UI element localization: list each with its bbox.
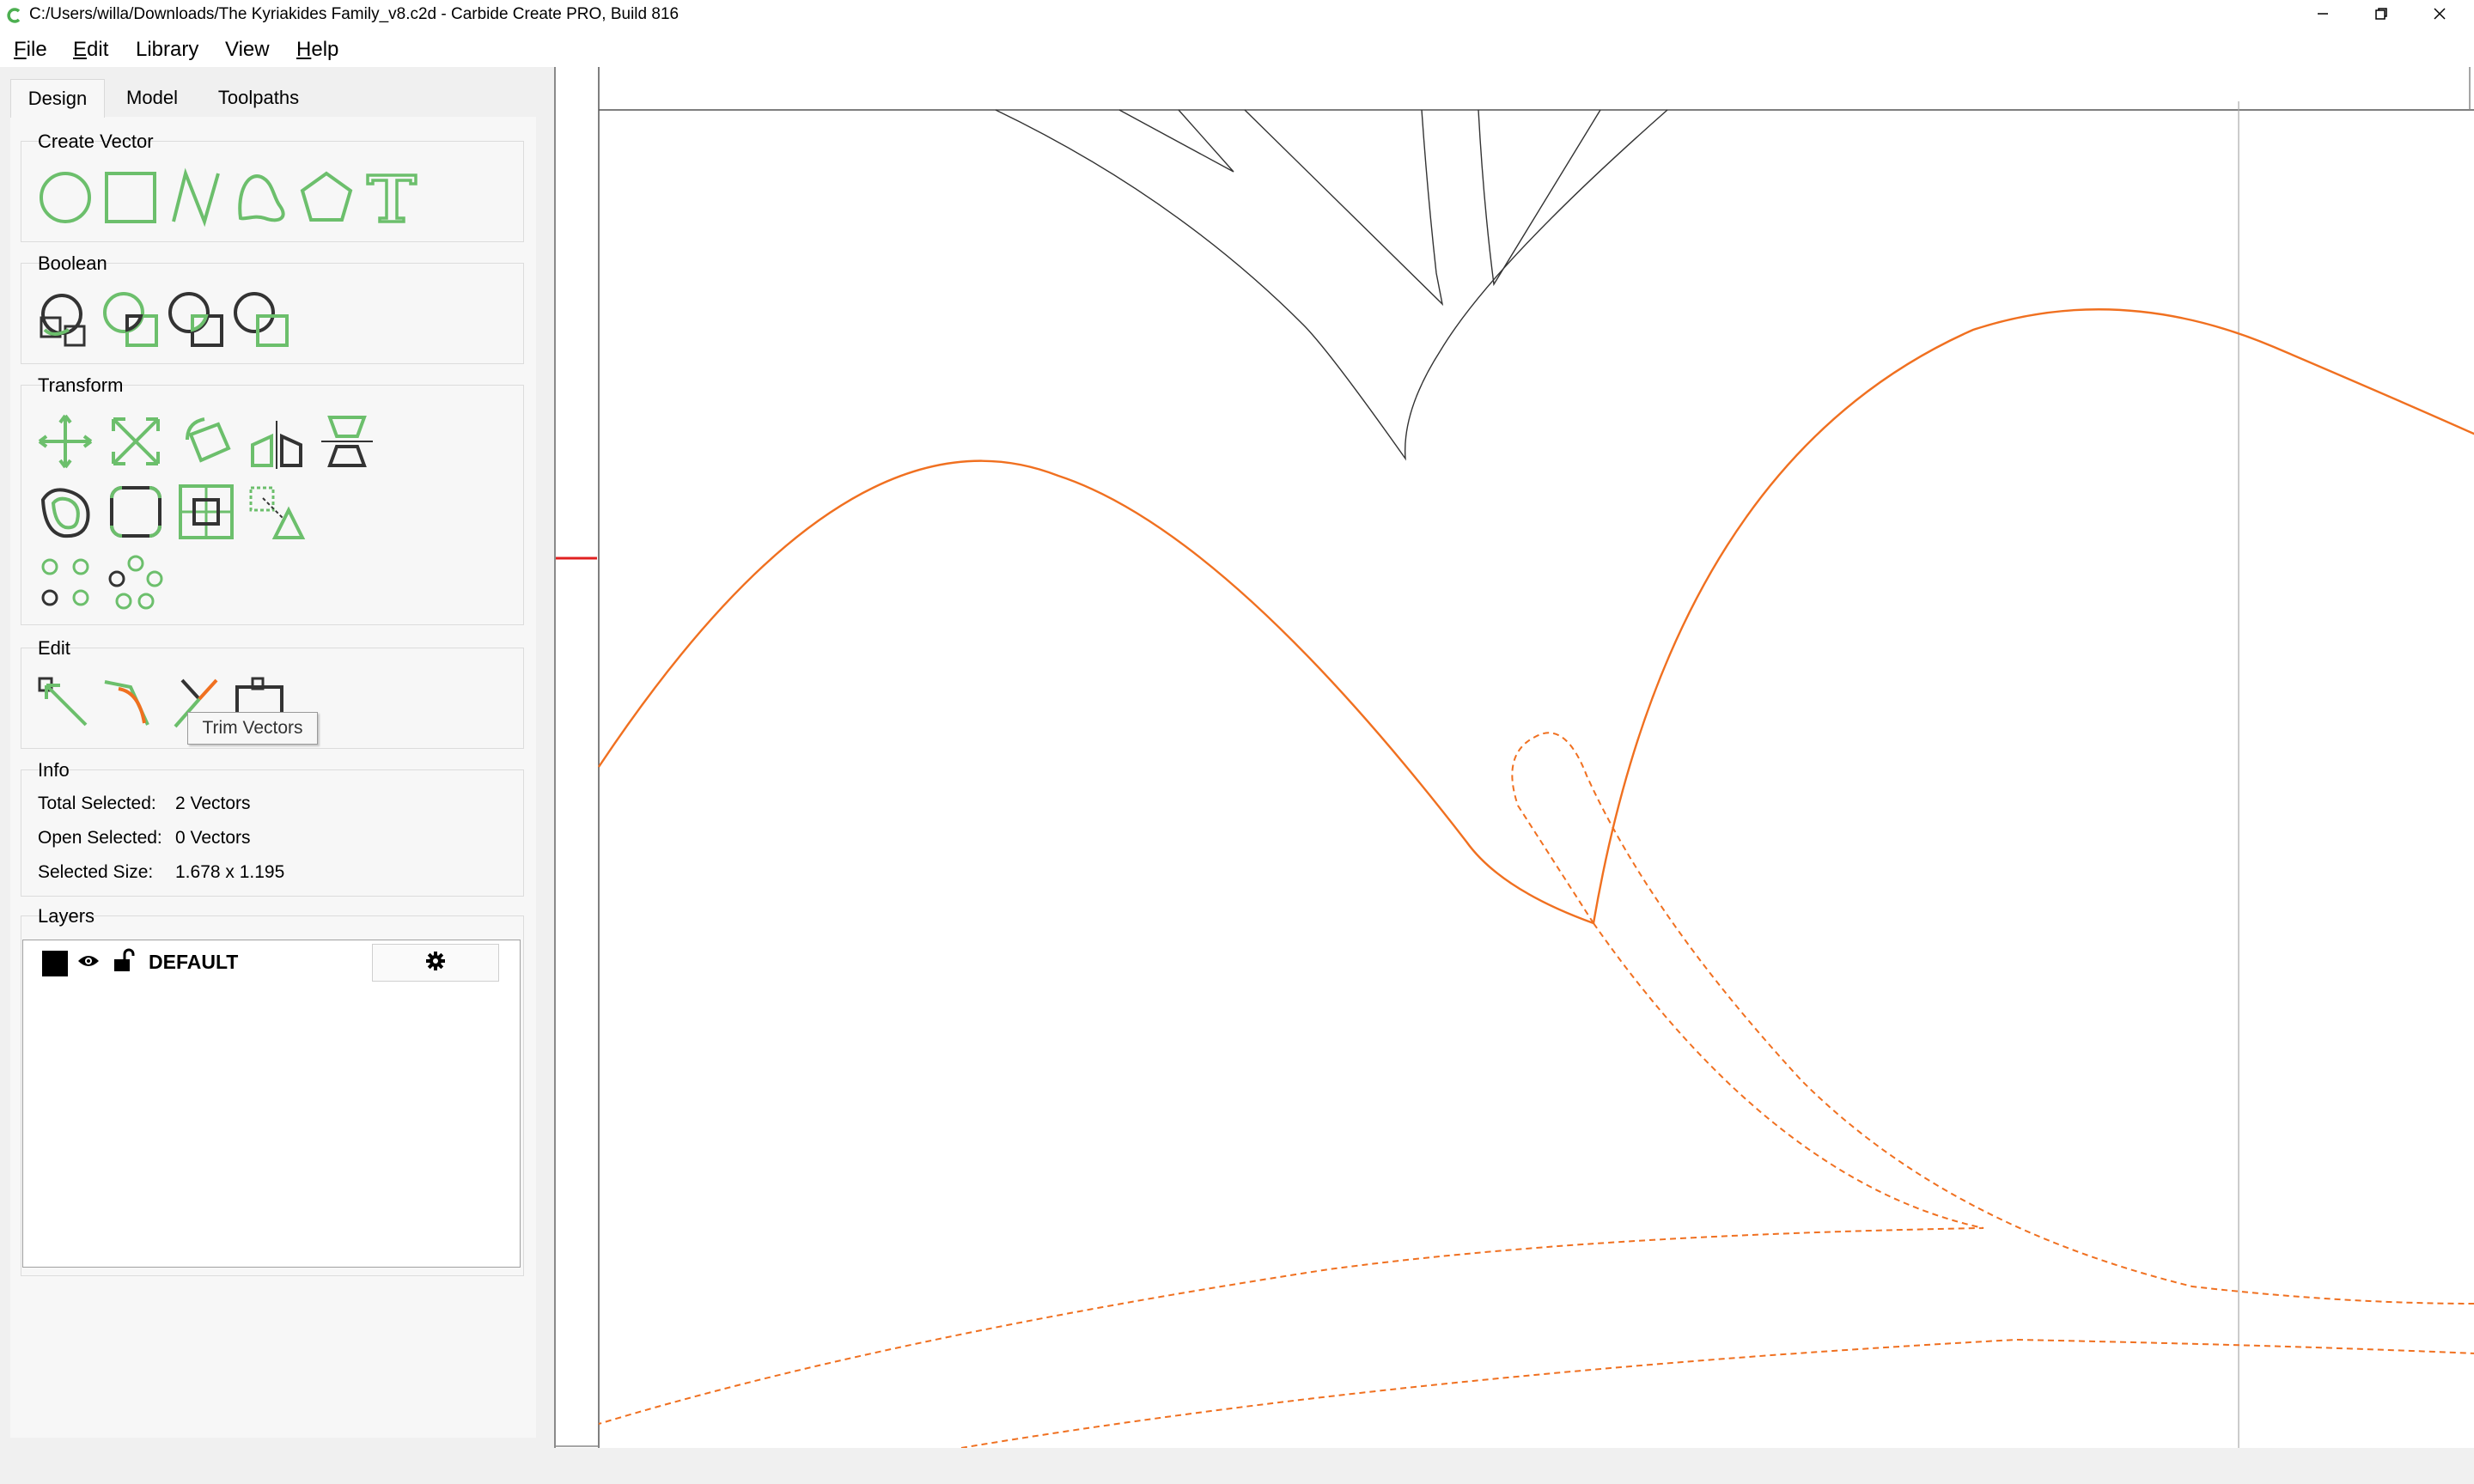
fillet-icon — [110, 486, 161, 538]
boolean-title: Boolean — [38, 252, 107, 274]
close-icon — [2432, 6, 2447, 26]
node-edit-tool[interactable] — [34, 672, 96, 733]
grid-array-tool[interactable] — [34, 551, 96, 613]
edit-title: Edit — [38, 637, 70, 659]
text-icon — [366, 173, 417, 223]
layers-title: Layers — [38, 905, 95, 927]
menu-view[interactable]: View — [225, 38, 270, 62]
restore-button[interactable] — [2352, 0, 2410, 31]
layer-settings-button[interactable] — [372, 944, 499, 982]
minimize-button[interactable] — [2294, 0, 2352, 31]
grid-array-icon — [41, 558, 89, 606]
minimize-icon — [2315, 6, 2331, 26]
align-tool[interactable] — [316, 411, 378, 472]
rotate-tool[interactable] — [175, 411, 237, 472]
align-icon — [321, 416, 373, 467]
menu-help[interactable]: Help — [296, 38, 338, 62]
status-bar — [0, 1448, 2474, 1484]
rectangle-tool[interactable] — [100, 167, 161, 228]
layer-name: DEFAULT — [149, 951, 239, 973]
scale-tool[interactable] — [105, 411, 167, 472]
curve-tool[interactable] — [230, 167, 292, 228]
polyline-icon — [172, 167, 220, 228]
boolean-intersect-icon — [168, 292, 223, 347]
offset-tool[interactable] — [34, 481, 96, 543]
restore-icon — [2373, 6, 2389, 26]
layer-color-swatch[interactable] — [42, 951, 68, 976]
tab-design[interactable]: Design — [10, 79, 105, 118]
design-canvas[interactable] — [554, 67, 2474, 1448]
rectangle-icon — [105, 172, 156, 223]
title-bar: C:/Users/willa/Downloads/The Kyriakides … — [0, 0, 2474, 31]
info-total-selected: Total Selected: 2 Vectors — [38, 794, 251, 813]
info-title: Info — [38, 759, 70, 781]
circle-tool[interactable] — [34, 167, 96, 228]
transform-icon — [249, 486, 306, 539]
polygon-tool[interactable] — [296, 167, 357, 228]
boolean-union-icon — [40, 294, 86, 347]
mirror-tool[interactable] — [246, 411, 308, 472]
boolean-intersect-tool[interactable] — [165, 289, 227, 350]
gear-icon — [426, 951, 445, 975]
layer-row-default[interactable]: DEFAULT — [23, 940, 520, 983]
menu-bar: File Edit Library View Help — [0, 31, 2474, 67]
transform-tool[interactable] — [246, 481, 308, 543]
create-vector-title: Create Vector — [38, 131, 154, 152]
menu-library[interactable]: Library — [136, 38, 198, 62]
layers-list: DEFAULT — [22, 940, 521, 1268]
join-vectors-icon — [104, 680, 149, 726]
window-title: C:/Users/willa/Downloads/The Kyriakides … — [29, 5, 679, 23]
boolean-subtract-icon — [103, 292, 158, 347]
circular-array-icon — [108, 555, 163, 610]
polygon-icon — [300, 171, 353, 222]
info-selected-size: Selected Size: 1.678 x 1.195 — [38, 862, 285, 882]
boolean-trim-tool[interactable] — [230, 289, 292, 350]
carbide-c-icon — [7, 8, 22, 27]
trim-vectors-tooltip: Trim Vectors — [187, 712, 318, 745]
polyline-tool[interactable] — [165, 167, 227, 228]
boolean-trim-icon — [234, 292, 289, 347]
tab-toolpaths[interactable]: Toolpaths — [203, 79, 314, 117]
boolean-union-tool[interactable] — [34, 289, 96, 350]
unlock-icon[interactable] — [113, 947, 135, 977]
offset-icon — [40, 488, 90, 538]
center-tool[interactable] — [175, 481, 237, 543]
fillet-tool[interactable] — [105, 481, 167, 543]
text-tool[interactable] — [361, 167, 423, 228]
move-tool[interactable] — [34, 411, 96, 472]
canvas-drawing — [556, 67, 2474, 1448]
menu-file[interactable]: File — [14, 38, 47, 62]
mirror-icon — [251, 421, 302, 469]
center-icon — [179, 484, 234, 539]
transform-title: Transform — [38, 374, 124, 396]
circular-array-tool[interactable] — [105, 551, 167, 613]
menu-edit[interactable]: Edit — [73, 38, 108, 62]
circle-icon — [40, 172, 91, 223]
boolean-subtract-tool[interactable] — [100, 289, 161, 350]
curve-icon — [238, 174, 285, 222]
tab-model[interactable]: Model — [112, 79, 192, 117]
close-button[interactable] — [2410, 0, 2469, 31]
move-icon — [38, 414, 93, 469]
join-vectors-tool[interactable] — [100, 672, 161, 733]
rotate-icon — [186, 417, 231, 463]
node-edit-icon — [38, 677, 88, 727]
eye-icon[interactable] — [76, 951, 101, 976]
info-open-selected: Open Selected: 0 Vectors — [38, 828, 251, 848]
scale-icon — [112, 417, 160, 465]
